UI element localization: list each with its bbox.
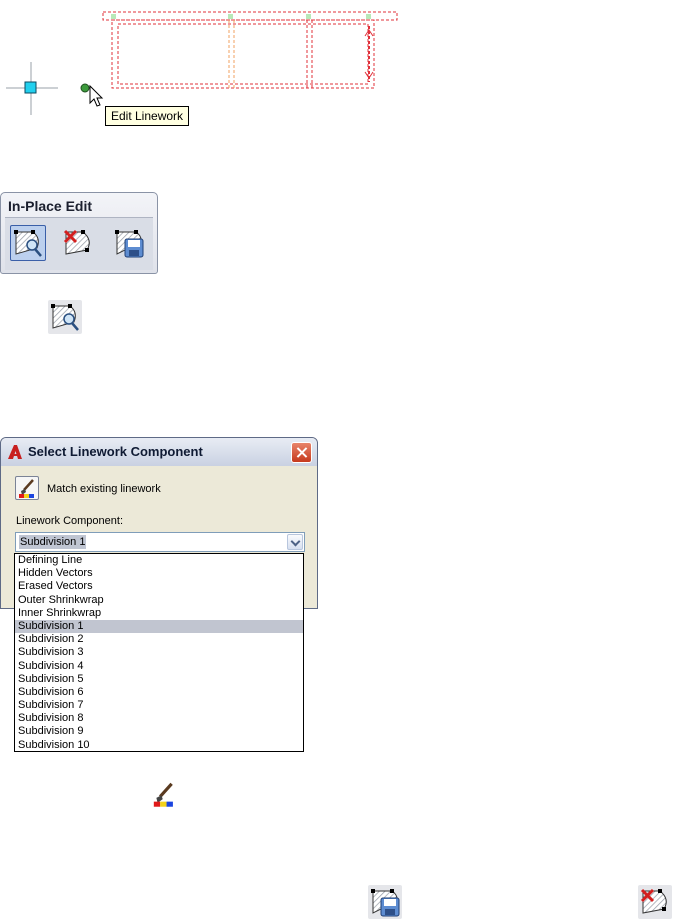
edit-linework-button[interactable] [10,225,46,261]
linework-outline[interactable] [111,19,375,89]
match-existing-linework-label: Match existing linework [47,483,161,495]
cancel-edit-icon-reference [638,885,672,919]
edit-linework-tooltip: Edit Linework [105,106,190,126]
edit-grip[interactable] [80,83,90,93]
linework-inner-outline[interactable] [117,23,369,85]
linework-top-band[interactable] [102,11,398,21]
linework-component-select[interactable]: Subdivision 1 [15,532,305,552]
dropdown-option[interactable]: Subdivision 4 [15,660,303,673]
close-button[interactable] [291,442,312,463]
edit-linework-icon [14,230,42,257]
edit-linework-icon [51,304,79,331]
dialog-titlebar[interactable]: Select Linework Component [1,438,317,466]
in-place-edit-toolbar: In-Place Edit [0,192,158,274]
dropdown-option[interactable]: Subdivision 2 [15,633,303,646]
cancel-edit-icon [63,229,90,255]
autocad-app-icon [8,445,22,459]
cyan-grip[interactable] [24,81,37,94]
match-linework-icon-reference [150,780,178,808]
save-edit-icon-reference [368,885,402,919]
dropdown-option[interactable]: Subdivision 3 [15,646,303,659]
band-grip[interactable] [306,14,311,19]
save-edit-icon [371,889,400,917]
dropdown-option[interactable]: Subdivision 5 [15,673,303,686]
save-edit-icon [115,230,144,258]
paintbrush-icon [153,782,173,807]
drawing-canvas[interactable] [0,0,674,140]
mouse-cursor-icon [89,84,104,107]
band-grip[interactable] [366,14,371,19]
save-edit-button[interactable] [111,225,147,261]
dropdown-option[interactable]: Outer Shrinkwrap [15,594,303,607]
dropdown-option[interactable]: Subdivision 6 [15,686,303,699]
band-grip[interactable] [228,14,233,19]
match-existing-linework-button[interactable] [15,476,39,500]
edit-linework-icon-reference [48,300,82,334]
dialog-title: Select Linework Component [28,444,203,459]
toolbar-title: In-Place Edit [8,198,93,214]
dropdown-option[interactable]: Hidden Vectors [15,567,303,580]
linework-component-label: Linework Component: [16,515,124,527]
linework-component-dropdown[interactable]: Defining Line Hidden Vectors Erased Vector… [14,553,304,752]
dropdown-option[interactable]: Subdivision 9 [15,725,303,738]
dropdown-option[interactable]: Subdivision 8 [15,712,303,725]
dropdown-option[interactable]: Inner Shrinkwrap [15,607,303,620]
cancel-edit-icon [640,888,667,914]
selected-component-value: Subdivision 1 [19,535,87,549]
band-grip[interactable] [111,14,116,19]
dropdown-option[interactable]: Subdivision 1 [15,619,303,634]
chevron-down-icon[interactable] [287,534,303,550]
paintbrush-icon [19,479,34,498]
dropdown-option[interactable]: Subdivision 10 [15,739,303,752]
dropdown-option[interactable]: Erased Vectors [15,580,303,593]
dropdown-option[interactable]: Defining Line [15,554,303,567]
toolbar-body [5,217,153,270]
cancel-edit-button[interactable] [60,225,96,261]
dropdown-option[interactable]: Subdivision 7 [15,699,303,712]
